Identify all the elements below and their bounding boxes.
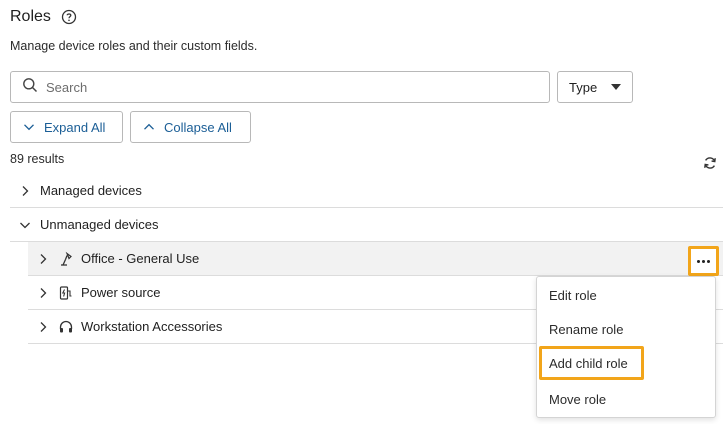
search-input[interactable] [46, 79, 526, 95]
type-filter-label: Type [569, 79, 598, 95]
more-actions-button[interactable] [688, 246, 719, 276]
tree-group-managed-devices[interactable]: Managed devices [10, 174, 723, 208]
results-count: 89 results [10, 152, 65, 166]
chevron-right-icon[interactable] [37, 321, 49, 333]
help-circle-icon[interactable] [61, 9, 77, 25]
menu-item-add-child-role[interactable]: Add child role [539, 346, 644, 380]
more-horizontal-icon [697, 259, 710, 263]
chevron-right-icon[interactable] [37, 253, 49, 265]
type-filter-select[interactable]: Type [557, 71, 633, 103]
role-context-menu: Edit role Rename role Add child role Mov… [536, 276, 716, 418]
chevron-right-icon[interactable] [19, 185, 31, 197]
menu-item-move-role[interactable]: Move role [537, 382, 715, 416]
chevron-down-icon[interactable] [19, 219, 31, 231]
header: Roles [10, 8, 77, 26]
tree-item-label: Workstation Accessories [81, 319, 223, 334]
desk-lamp-icon [58, 251, 74, 267]
menu-item-edit-role[interactable]: Edit role [537, 278, 715, 312]
caret-down-icon [611, 84, 621, 90]
power-source-icon [58, 285, 74, 301]
refresh-icon[interactable] [703, 156, 717, 170]
tree-item-label: Office - General Use [81, 251, 200, 266]
chevron-right-icon[interactable] [37, 287, 49, 299]
collapse-all-button[interactable]: Collapse All [130, 111, 251, 143]
tree-group-label: Managed devices [40, 183, 142, 198]
tree-group-unmanaged-devices[interactable]: Unmanaged devices [10, 208, 723, 242]
chevron-down-icon [24, 124, 34, 131]
page-title: Roles [10, 8, 51, 25]
collapse-all-label: Collapse All [164, 119, 232, 135]
headset-icon [58, 319, 74, 335]
page-subtitle: Manage device roles and their custom fie… [10, 39, 258, 53]
search-icon [22, 77, 38, 98]
tree-item-label: Power source [81, 285, 161, 300]
chevron-up-icon [144, 123, 154, 130]
expand-all-label: Expand All [44, 119, 106, 135]
menu-item-rename-role[interactable]: Rename role [537, 312, 715, 346]
tree-group-label: Unmanaged devices [40, 217, 159, 232]
expand-all-button[interactable]: Expand All [10, 111, 123, 143]
tree-item-office-general-use[interactable]: Office - General Use [28, 242, 723, 276]
search-field[interactable] [10, 71, 550, 103]
